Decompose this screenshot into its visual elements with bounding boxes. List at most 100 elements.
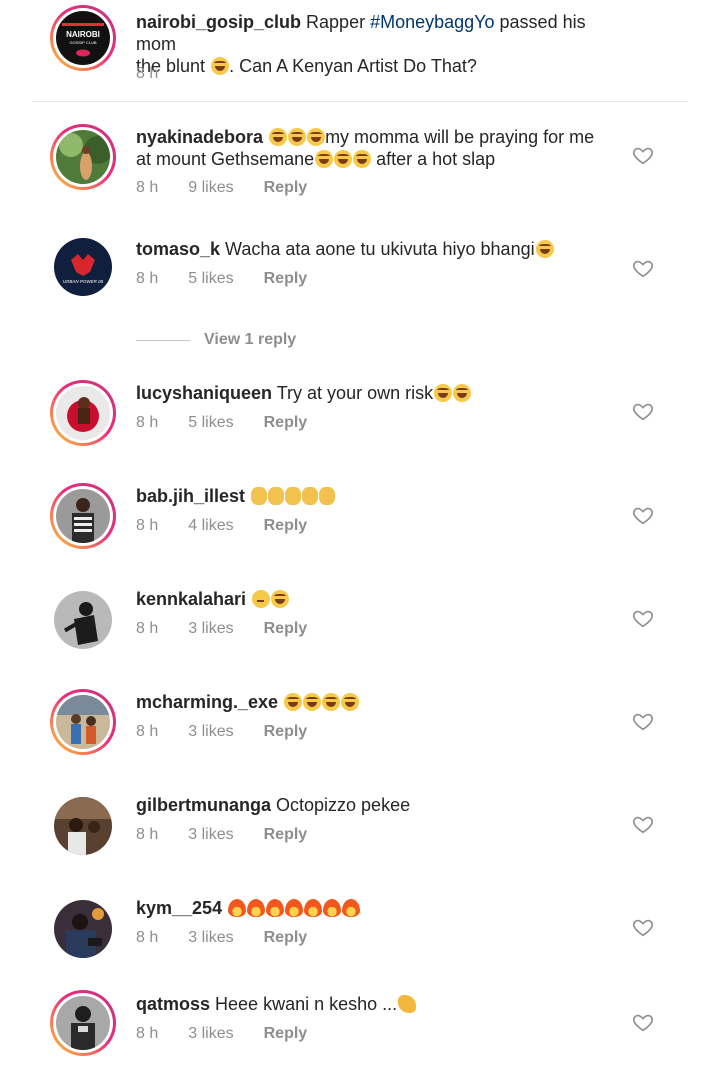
comment-meta: 8 h 9 likes Reply xyxy=(136,178,337,198)
reply-button[interactable]: Reply xyxy=(264,1024,308,1044)
comment-meta: 8 h 3 likes Reply xyxy=(136,722,337,742)
comment-username[interactable]: lucyshaniqueen xyxy=(136,383,272,403)
comment-username[interactable]: qatmoss xyxy=(136,994,210,1014)
avatar[interactable] xyxy=(50,380,116,446)
comment-username[interactable]: nyakinadebora xyxy=(136,127,263,147)
comment-username[interactable]: kym__254 xyxy=(136,898,222,918)
fire-emoji xyxy=(304,899,323,917)
thinking-emoji xyxy=(252,590,271,608)
reply-button[interactable]: Reply xyxy=(264,619,308,639)
fire-emoji xyxy=(228,899,247,917)
like-heart-icon[interactable] xyxy=(632,813,654,835)
laughing-emoji xyxy=(284,693,303,711)
avatar-text: URBAN POWER 08 xyxy=(63,279,104,284)
fire-emoji xyxy=(342,899,361,917)
likes-count[interactable]: 3 likes xyxy=(188,928,233,948)
timestamp: 8 h xyxy=(136,517,159,534)
caption-username[interactable]: nairobi_gosip_club xyxy=(136,12,301,32)
likes-count[interactable]: 3 likes xyxy=(188,722,233,742)
comment-meta: 8 h 5 likes Reply xyxy=(136,269,337,289)
avatar[interactable] xyxy=(50,793,116,859)
laughing-emoji xyxy=(269,128,288,146)
likes-count[interactable]: 5 likes xyxy=(188,413,233,433)
divider xyxy=(32,101,688,102)
avatar[interactable] xyxy=(50,689,116,755)
comment-username[interactable]: tomaso_k xyxy=(136,239,220,259)
like-heart-icon[interactable] xyxy=(632,257,654,279)
likes-count[interactable]: 3 likes xyxy=(188,619,233,639)
comment-username[interactable]: gilbertmunanga xyxy=(136,795,271,815)
fire-emoji xyxy=(285,899,304,917)
comment-text: gilbertmunanga Octopizzo pekee xyxy=(136,795,411,815)
comment-text: lucyshaniqueen Try at your own risk xyxy=(136,382,626,404)
avatar[interactable] xyxy=(50,483,116,549)
avatar[interactable]: URBAN POWER 08 xyxy=(50,234,116,300)
comment-username[interactable]: bab.jih_illest xyxy=(136,486,245,506)
reply-button[interactable]: Reply xyxy=(264,825,308,845)
timestamp: 8 h xyxy=(136,179,159,196)
timestamp: 8 h xyxy=(136,929,159,946)
like-heart-icon[interactable] xyxy=(632,144,654,166)
avatar-image xyxy=(56,489,110,543)
likes-count[interactable]: 3 likes xyxy=(188,1024,233,1044)
comment-meta: 8 h 3 likes Reply xyxy=(136,1024,337,1044)
comment-text: nyakinadebora my momma will be praying f… xyxy=(136,127,595,169)
avatar[interactable] xyxy=(50,124,116,190)
hashtag-link[interactable]: #MoneybaggYo xyxy=(370,12,494,32)
comment-text: kennkalahari xyxy=(136,588,626,610)
likes-count[interactable]: 4 likes xyxy=(188,516,233,536)
like-heart-icon[interactable] xyxy=(632,710,654,732)
timestamp: 8 h xyxy=(136,1025,159,1042)
avatar[interactable] xyxy=(50,896,116,962)
avatar-image xyxy=(56,130,110,184)
logo-text-2: GOSSIP CLUB xyxy=(69,40,96,45)
avatar-image xyxy=(56,386,110,440)
comment-username[interactable]: kennkalahari xyxy=(136,589,246,609)
fire-emoji xyxy=(323,899,342,917)
avatar[interactable] xyxy=(50,990,116,1056)
laughing-emoji xyxy=(334,150,353,168)
reply-button[interactable]: Reply xyxy=(264,928,308,948)
like-heart-icon[interactable] xyxy=(632,916,654,938)
laughing-emoji xyxy=(271,590,290,608)
reply-button[interactable]: Reply xyxy=(264,413,308,433)
comment-meta: 8 h 3 likes Reply xyxy=(136,928,337,948)
comment-meta: 8 h 5 likes Reply xyxy=(136,413,337,433)
laughing-emoji xyxy=(315,150,334,168)
reply-button[interactable]: Reply xyxy=(264,516,308,536)
avatar-image xyxy=(54,797,112,855)
fire-emoji xyxy=(266,899,285,917)
like-heart-icon[interactable] xyxy=(632,607,654,629)
reply-button[interactable]: Reply xyxy=(264,178,308,198)
comment-meta: 8 h 3 likes Reply xyxy=(136,825,337,845)
reply-button[interactable]: Reply xyxy=(264,269,308,289)
laughing-emoji xyxy=(307,128,326,146)
avatar-image: URBAN POWER 08 xyxy=(54,238,112,296)
clap-emoji xyxy=(285,487,302,505)
timestamp: 8 h xyxy=(136,723,159,740)
laughing-emoji xyxy=(303,693,322,711)
caption-author-avatar[interactable]: NAIROBI GOSSIP CLUB xyxy=(50,5,116,71)
nairobi-gossip-logo: NAIROBI GOSSIP CLUB xyxy=(56,11,110,65)
laughing-emoji xyxy=(288,128,307,146)
laughing-emoji xyxy=(353,150,372,168)
waving-hand-emoji xyxy=(398,995,417,1013)
like-heart-icon[interactable] xyxy=(632,504,654,526)
likes-count[interactable]: 5 likes xyxy=(188,269,233,289)
avatar-image xyxy=(56,695,110,749)
comment-text: qatmoss Heee kwani n kesho ... xyxy=(136,993,626,1015)
comment-username[interactable]: mcharming._exe xyxy=(136,692,278,712)
view-replies-button[interactable]: View 1 reply xyxy=(136,330,296,350)
comment-text: tomaso_k Wacha ata aone tu ukivuta hiyo … xyxy=(136,238,626,260)
reply-button[interactable]: Reply xyxy=(264,722,308,742)
clap-emoji xyxy=(302,487,319,505)
comment-text: bab.jih_illest xyxy=(136,485,626,507)
likes-count[interactable]: 3 likes xyxy=(188,825,233,845)
like-heart-icon[interactable] xyxy=(632,400,654,422)
timestamp: 8 h xyxy=(136,65,159,82)
like-heart-icon[interactable] xyxy=(632,1011,654,1033)
avatar[interactable] xyxy=(50,587,116,653)
laughing-emoji xyxy=(434,384,453,402)
laughing-emoji xyxy=(341,693,360,711)
likes-count[interactable]: 9 likes xyxy=(188,178,233,198)
